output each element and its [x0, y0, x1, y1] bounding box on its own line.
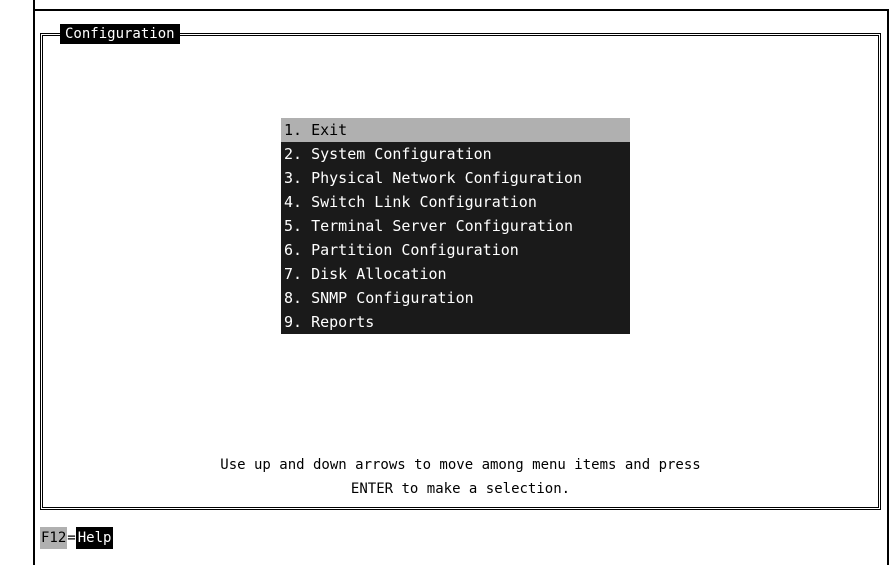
navigation-hint-line-1: Use up and down arrows to move among men… — [220, 457, 701, 473]
top-frame-line — [33, 9, 888, 11]
menu-item-disk-allocation[interactable]: 7. Disk Allocation — [281, 262, 630, 286]
f12-key-label[interactable]: F12 — [40, 527, 68, 549]
menu-item-terminal-server-configuration[interactable]: 5. Terminal Server Configuration — [281, 214, 630, 238]
menu-item-partition-configuration[interactable]: 6. Partition Configuration — [281, 238, 630, 262]
right-frame-line — [887, 9, 889, 565]
menu-item-reports[interactable]: 9. Reports — [281, 310, 630, 334]
help-action-label[interactable]: Help — [75, 527, 114, 549]
function-key-bar: F12 = Help — [40, 527, 114, 549]
left-frame-line — [33, 0, 35, 565]
terminal-screen: Configuration 1. Exit 2. System Configur… — [0, 0, 894, 565]
window-title: Configuration — [60, 24, 180, 44]
configuration-menu: 1. Exit 2. System Configuration 3. Physi… — [281, 118, 630, 334]
key-separator: = — [67, 530, 76, 546]
menu-item-snmp-configuration[interactable]: 8. SNMP Configuration — [281, 286, 630, 310]
menu-item-switch-link-configuration[interactable]: 4. Switch Link Configuration — [281, 190, 630, 214]
navigation-hint-line-2: ENTER to make a selection. — [350, 481, 571, 497]
menu-item-system-configuration[interactable]: 2. System Configuration — [281, 142, 630, 166]
menu-item-physical-network-configuration[interactable]: 3. Physical Network Configuration — [281, 166, 630, 190]
menu-item-exit[interactable]: 1. Exit — [281, 118, 630, 142]
